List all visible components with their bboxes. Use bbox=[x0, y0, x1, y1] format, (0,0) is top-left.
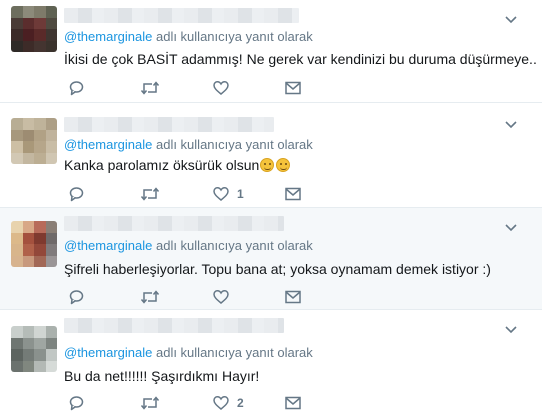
reply-button[interactable] bbox=[68, 185, 92, 203]
reply-handle-link[interactable]: @themarginale bbox=[64, 238, 152, 253]
reply-handle-link[interactable]: @themarginale bbox=[64, 345, 152, 360]
reply-suffix: adlı kullanıcıya yanıt olarak bbox=[155, 345, 313, 360]
reply-context: @themarginale adlı kullanıcıya yanıt ola… bbox=[64, 137, 313, 152]
like-count: 1 bbox=[237, 187, 244, 201]
retweet-button[interactable] bbox=[140, 394, 168, 412]
tweet-actions bbox=[64, 288, 304, 306]
avatar[interactable] bbox=[11, 6, 57, 52]
retweet-button[interactable] bbox=[140, 288, 168, 306]
like-button[interactable] bbox=[213, 288, 237, 306]
tweet-actions bbox=[64, 79, 304, 97]
reply-button[interactable] bbox=[68, 394, 92, 412]
smiling-face-emoji bbox=[276, 158, 291, 172]
winking-face-emoji bbox=[260, 158, 275, 172]
tweet-actions: 1 bbox=[64, 185, 304, 203]
like-button[interactable]: 2 bbox=[213, 394, 244, 412]
retweet-button[interactable] bbox=[140, 79, 168, 97]
reply-icon bbox=[69, 396, 84, 411]
chevron-down-icon[interactable] bbox=[504, 117, 518, 131]
envelope-icon bbox=[285, 290, 301, 304]
retweet-icon bbox=[140, 81, 160, 95]
chevron-down-icon[interactable] bbox=[504, 220, 518, 234]
tweet-text: Kanka parolamız öksürük olsun bbox=[64, 157, 291, 173]
blurred-username[interactable] bbox=[64, 117, 274, 132]
heart-icon bbox=[213, 396, 229, 410]
chevron-down-icon[interactable] bbox=[504, 322, 518, 336]
like-button[interactable] bbox=[213, 79, 237, 97]
chevron-down-icon[interactable] bbox=[504, 12, 518, 26]
reply-suffix: adlı kullanıcıya yanıt olarak bbox=[155, 137, 313, 152]
avatar[interactable] bbox=[11, 118, 57, 164]
heart-icon bbox=[213, 81, 229, 95]
tweet-text: İkisi de çok BASİT adammış! Ne gerek var… bbox=[64, 51, 537, 67]
blurred-username[interactable] bbox=[64, 318, 284, 333]
tweet[interactable]: @themarginale adlı kullanıcıya yanıt ola… bbox=[0, 310, 542, 412]
tweet[interactable]: @themarginale adlı kullanıcıya yanıt ola… bbox=[0, 0, 542, 103]
direct-message-button[interactable] bbox=[285, 79, 301, 97]
avatar[interactable] bbox=[11, 326, 57, 372]
blurred-username[interactable] bbox=[64, 8, 299, 23]
direct-message-button[interactable] bbox=[285, 394, 301, 412]
retweet-icon bbox=[140, 187, 160, 201]
blurred-username[interactable] bbox=[64, 216, 284, 231]
retweet-icon bbox=[140, 396, 160, 410]
direct-message-button[interactable] bbox=[285, 185, 301, 203]
heart-icon bbox=[213, 290, 229, 304]
reply-handle-link[interactable]: @themarginale bbox=[64, 29, 152, 44]
like-count: 2 bbox=[237, 396, 244, 410]
reply-context: @themarginale adlı kullanıcıya yanıt ola… bbox=[64, 345, 313, 360]
tweet[interactable]: @themarginale adlı kullanıcıya yanıt ola… bbox=[0, 103, 542, 208]
retweet-icon bbox=[140, 290, 160, 304]
tweet-actions: 2 bbox=[64, 394, 304, 412]
avatar[interactable] bbox=[11, 221, 57, 267]
reply-button[interactable] bbox=[68, 288, 92, 306]
reply-handle-link[interactable]: @themarginale bbox=[64, 137, 152, 152]
tweet[interactable]: @themarginale adlı kullanıcıya yanıt ola… bbox=[0, 208, 542, 310]
reply-icon bbox=[69, 290, 84, 305]
tweet-text: Bu da net!!!!!! Şaşırdıkmı Hayır! bbox=[64, 368, 260, 384]
envelope-icon bbox=[285, 81, 301, 95]
envelope-icon bbox=[285, 396, 301, 410]
tweet-text: Şifreli haberleşiyorlar. Topu bana at; y… bbox=[64, 261, 491, 277]
tweet-text-content: Kanka parolamız öksürük olsun bbox=[64, 157, 260, 173]
reply-suffix: adlı kullanıcıya yanıt olarak bbox=[155, 29, 313, 44]
retweet-button[interactable] bbox=[140, 185, 168, 203]
like-button[interactable]: 1 bbox=[213, 185, 244, 203]
direct-message-button[interactable] bbox=[285, 288, 301, 306]
heart-icon bbox=[213, 187, 229, 201]
reply-context: @themarginale adlı kullanıcıya yanıt ola… bbox=[64, 29, 313, 44]
reply-suffix: adlı kullanıcıya yanıt olarak bbox=[155, 238, 313, 253]
reply-context: @themarginale adlı kullanıcıya yanıt ola… bbox=[64, 238, 313, 253]
reply-feed: @themarginale adlı kullanıcıya yanıt ola… bbox=[0, 0, 542, 412]
envelope-icon bbox=[285, 187, 301, 201]
reply-icon bbox=[69, 81, 84, 96]
reply-button[interactable] bbox=[68, 79, 92, 97]
reply-icon bbox=[69, 187, 84, 202]
